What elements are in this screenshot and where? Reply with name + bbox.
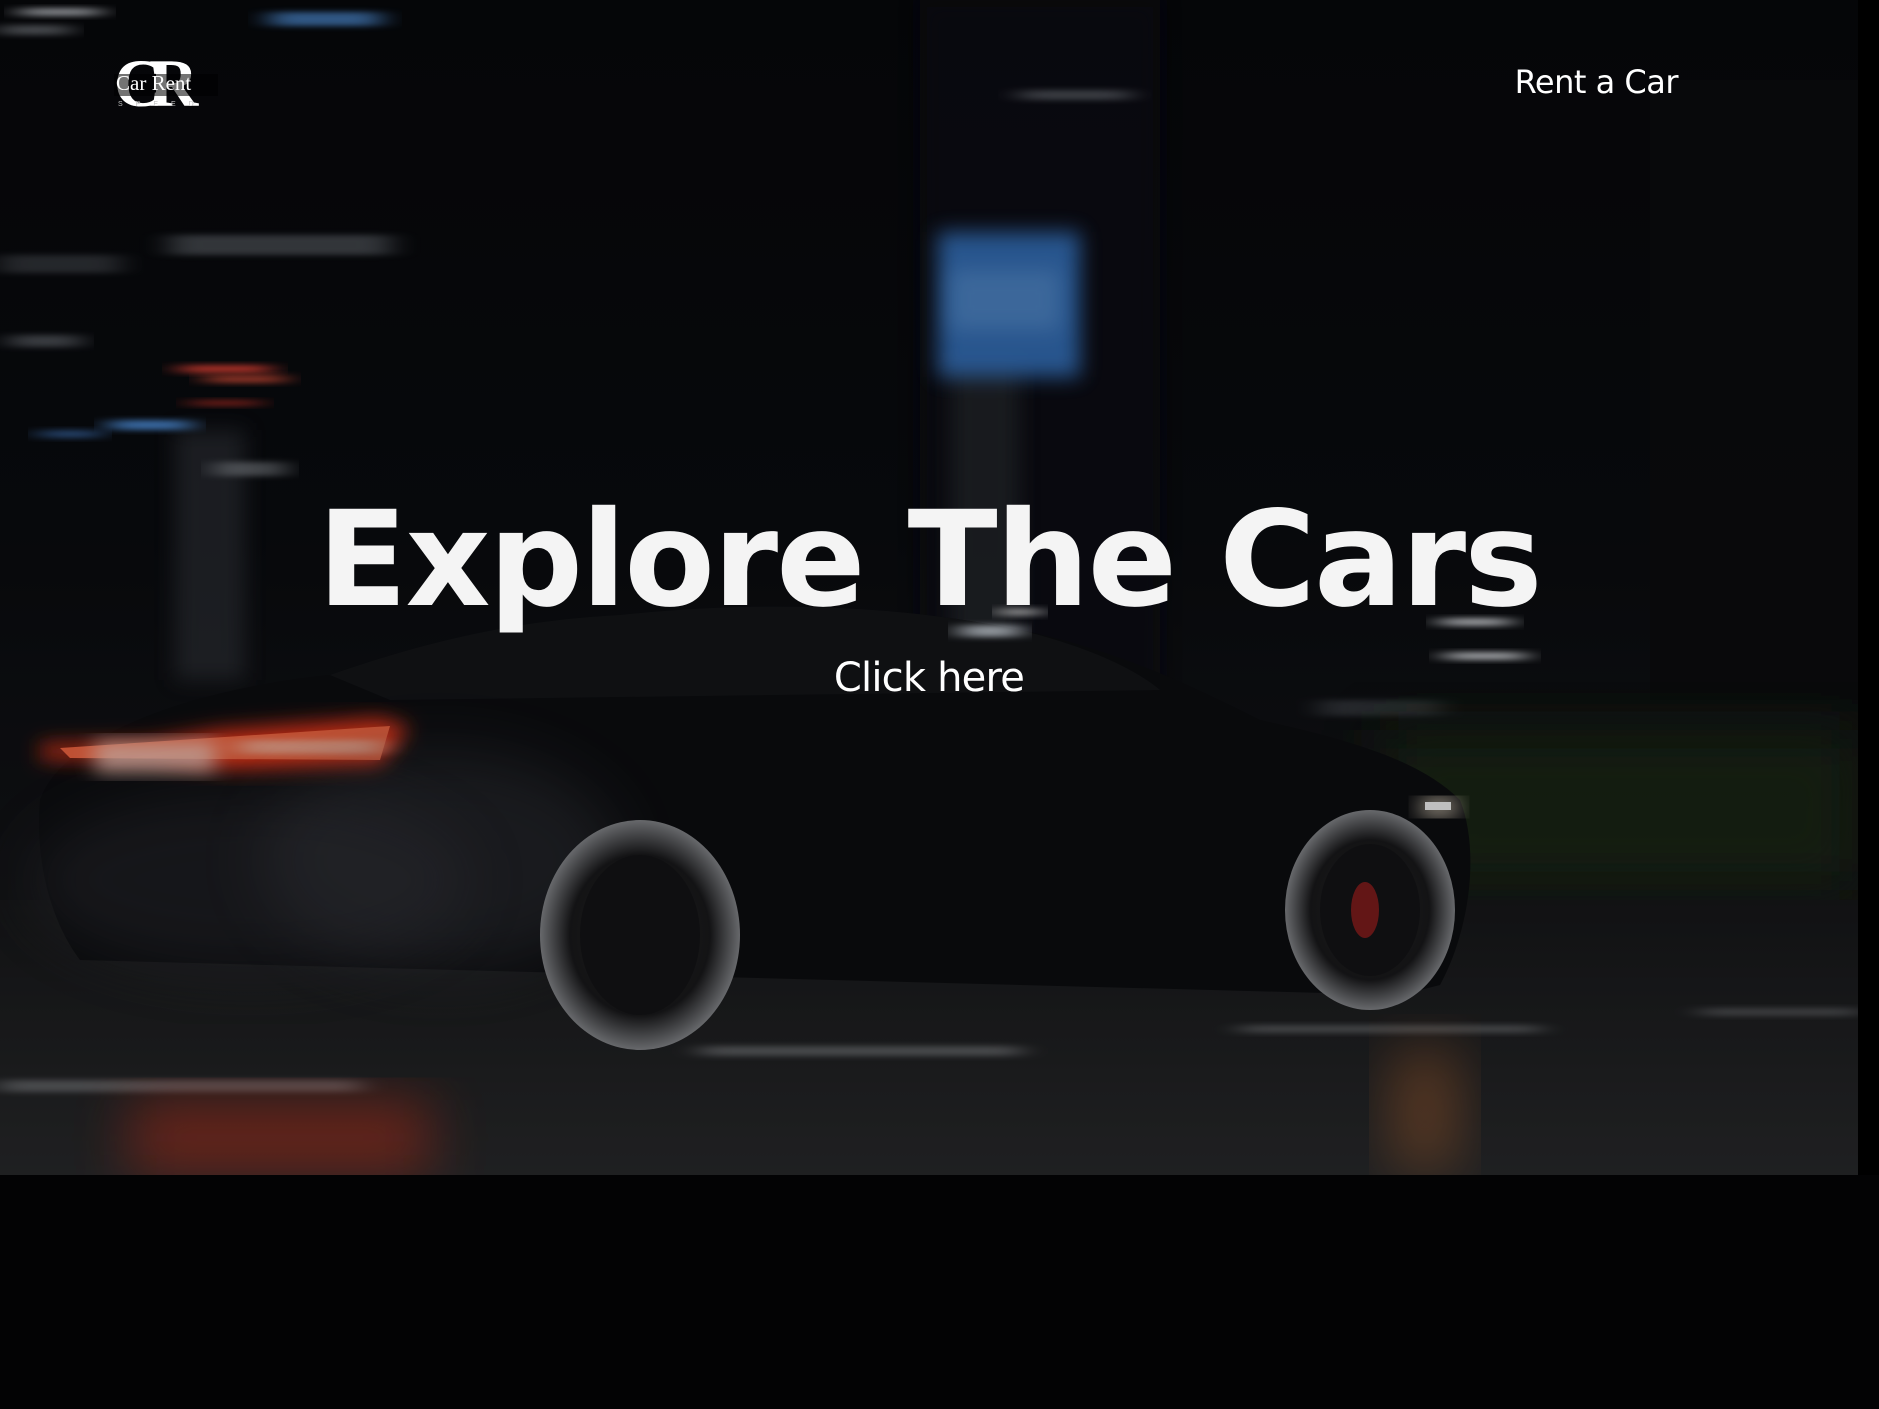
hero-cta-container: Click here xyxy=(0,655,1858,701)
nav-link-rent-a-car[interactable]: Rent a Car xyxy=(1515,63,1679,101)
site-logo[interactable]: CR Car Rent SPEED xyxy=(112,50,222,116)
svg-text:Car Rent: Car Rent xyxy=(116,71,191,95)
page-edge xyxy=(1858,0,1879,1175)
logo-mark: CR Car Rent SPEED xyxy=(114,50,218,116)
hero-headline: Explore The Cars xyxy=(317,483,1542,637)
hero-section: CR Car Rent SPEED Rent a Car Explore The… xyxy=(0,0,1858,1175)
click-here-link[interactable]: Click here xyxy=(834,655,1025,701)
page-bottom-area xyxy=(0,1175,1879,1409)
svg-text:SPEED: SPEED xyxy=(118,101,207,108)
